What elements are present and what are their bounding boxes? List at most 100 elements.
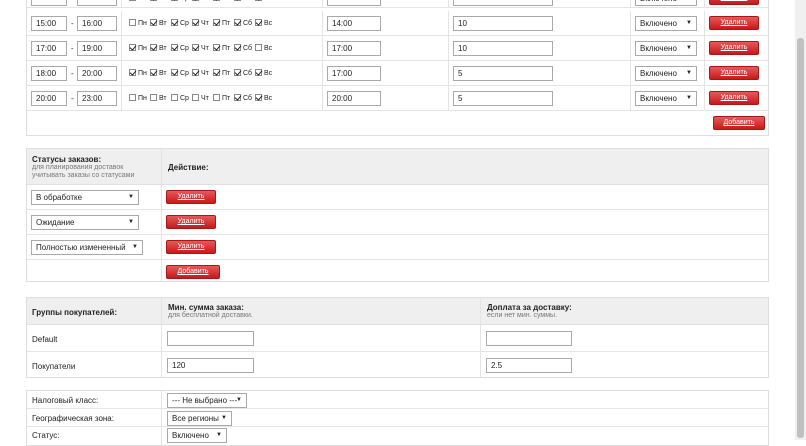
cutoff-time-input[interactable]: 14:00 xyxy=(327,16,381,31)
weekday-checkbox[interactable]: Пн xyxy=(129,0,147,4)
weekday-checkbox[interactable]: Ср xyxy=(171,19,189,29)
time-to-input[interactable]: 19:00 xyxy=(77,41,117,56)
checkbox-icon[interactable] xyxy=(171,0,178,1)
checkbox-icon[interactable] xyxy=(150,0,157,1)
limit-input[interactable]: 10 xyxy=(453,41,553,56)
tax-class-select[interactable]: --- Не выбрано --- ▼ xyxy=(167,393,247,408)
weekday-checkbox[interactable]: Чт xyxy=(192,94,209,104)
cutoff-time-input[interactable] xyxy=(327,0,381,6)
checkbox-icon[interactable] xyxy=(234,94,241,101)
checkbox-icon[interactable] xyxy=(171,19,178,26)
checkbox-icon[interactable] xyxy=(213,94,220,101)
checkbox-icon[interactable] xyxy=(213,69,220,76)
order-status-select[interactable]: Полностью измененный ▼ xyxy=(31,240,143,255)
checkbox-icon[interactable] xyxy=(192,94,199,101)
delete-button[interactable]: Удалить xyxy=(166,215,216,229)
weekday-checkbox[interactable]: Вс xyxy=(255,44,272,54)
weekday-checkbox[interactable]: Пт xyxy=(213,19,230,29)
time-to-input[interactable]: 20:00 xyxy=(77,66,117,81)
weekday-checkbox[interactable]: Чт xyxy=(192,44,209,54)
order-status-select[interactable]: Ожидание ▼ xyxy=(31,215,139,230)
time-from-input[interactable] xyxy=(31,0,67,6)
page-scrollbar[interactable] xyxy=(795,0,806,440)
delete-button[interactable]: Удалить xyxy=(709,66,759,80)
time-from-input[interactable]: 18:00 xyxy=(31,66,67,81)
cutoff-time-input[interactable]: 17:00 xyxy=(327,41,381,56)
weekday-checkbox[interactable]: Вс xyxy=(255,69,272,79)
checkbox-icon[interactable] xyxy=(213,44,220,51)
weekday-checkbox[interactable]: Сб xyxy=(234,69,252,79)
checkbox-icon[interactable] xyxy=(150,44,157,51)
order-status-add-button[interactable]: Добавить xyxy=(166,265,220,279)
weekday-checkbox[interactable]: Ср xyxy=(171,69,189,79)
weekday-checkbox[interactable]: Пт xyxy=(213,0,230,4)
weekday-checkbox[interactable]: Вс xyxy=(255,0,272,4)
weekday-checkbox[interactable]: Сб xyxy=(234,19,252,29)
cutoff-time-input[interactable]: 20:00 xyxy=(327,91,381,106)
weekday-checkbox[interactable]: Сб xyxy=(234,94,252,104)
checkbox-icon[interactable] xyxy=(192,69,199,76)
delete-button[interactable]: Удалить xyxy=(709,91,759,105)
weekday-checkbox[interactable]: Вт xyxy=(150,44,167,54)
schedule-add-button[interactable]: Добавить xyxy=(713,116,765,130)
checkbox-icon[interactable] xyxy=(129,19,136,26)
weekday-checkbox[interactable]: Чт xyxy=(192,19,209,29)
weekday-checkbox[interactable]: Пн xyxy=(129,19,147,29)
limit-input[interactable]: 5 xyxy=(453,66,553,81)
checkbox-icon[interactable] xyxy=(213,19,220,26)
time-from-input[interactable]: 17:00 xyxy=(31,41,67,56)
checkbox-icon[interactable] xyxy=(234,44,241,51)
checkbox-icon[interactable] xyxy=(150,19,157,26)
time-to-input[interactable]: 16:00 xyxy=(77,16,117,31)
checkbox-icon[interactable] xyxy=(234,0,241,1)
checkbox-icon[interactable] xyxy=(255,19,262,26)
limit-input[interactable]: 10 xyxy=(453,16,553,31)
weekday-checkbox[interactable]: Сб xyxy=(234,44,252,54)
weekday-checkbox[interactable]: Вт xyxy=(150,94,167,104)
checkbox-icon[interactable] xyxy=(255,44,262,51)
delete-button[interactable]: Удалить xyxy=(166,240,216,254)
time-to-input[interactable]: 23:00 xyxy=(77,91,117,106)
weekday-checkbox[interactable]: Ср xyxy=(171,0,189,4)
time-from-input[interactable]: 15:00 xyxy=(31,16,67,31)
checkbox-icon[interactable] xyxy=(171,94,178,101)
checkbox-icon[interactable] xyxy=(171,44,178,51)
weekday-checkbox[interactable]: Пт xyxy=(213,44,230,54)
order-status-select[interactable]: В обработке ▼ xyxy=(31,190,139,205)
min-order-sum-input[interactable]: 120 xyxy=(167,358,254,373)
checkbox-icon[interactable] xyxy=(255,94,262,101)
checkbox-icon[interactable] xyxy=(150,94,157,101)
weekday-checkbox[interactable]: Пт xyxy=(213,94,230,104)
geo-zone-select[interactable]: Все регионы ▼ xyxy=(167,411,232,426)
checkbox-icon[interactable] xyxy=(129,94,136,101)
weekday-checkbox[interactable]: Чт xyxy=(192,69,209,79)
checkbox-icon[interactable] xyxy=(171,69,178,76)
checkbox-icon[interactable] xyxy=(255,0,262,1)
status-select[interactable]: Включено▼ xyxy=(635,41,697,56)
checkbox-icon[interactable] xyxy=(150,69,157,76)
checkbox-icon[interactable] xyxy=(234,69,241,76)
checkbox-icon[interactable] xyxy=(234,19,241,26)
limit-input[interactable] xyxy=(453,0,553,6)
min-order-sum-input[interactable] xyxy=(167,331,254,346)
checkbox-icon[interactable] xyxy=(213,0,220,1)
time-from-input[interactable]: 20:00 xyxy=(31,91,67,106)
status-select[interactable]: Включено▼ xyxy=(635,91,697,106)
status-select[interactable]: Включено▼ xyxy=(635,66,697,81)
delete-button[interactable]: Удалить xyxy=(166,190,216,204)
weekday-checkbox[interactable]: Пн xyxy=(129,69,147,79)
weekday-checkbox[interactable]: Пн xyxy=(129,44,147,54)
status-select[interactable]: Включено▼ xyxy=(635,0,697,6)
checkbox-icon[interactable] xyxy=(129,69,136,76)
weekday-checkbox[interactable]: Вс xyxy=(255,19,272,29)
weekday-checkbox[interactable]: Пт xyxy=(213,69,230,79)
checkbox-icon[interactable] xyxy=(255,69,262,76)
delivery-fee-input[interactable] xyxy=(486,331,572,346)
checkbox-icon[interactable] xyxy=(129,0,136,1)
limit-input[interactable]: 5 xyxy=(453,91,553,106)
checkbox-icon[interactable] xyxy=(192,19,199,26)
cutoff-time-input[interactable]: 17:00 xyxy=(327,66,381,81)
weekday-checkbox[interactable]: Ср xyxy=(171,44,189,54)
time-to-input[interactable] xyxy=(77,0,117,6)
weekday-checkbox[interactable]: Вт xyxy=(150,19,167,29)
